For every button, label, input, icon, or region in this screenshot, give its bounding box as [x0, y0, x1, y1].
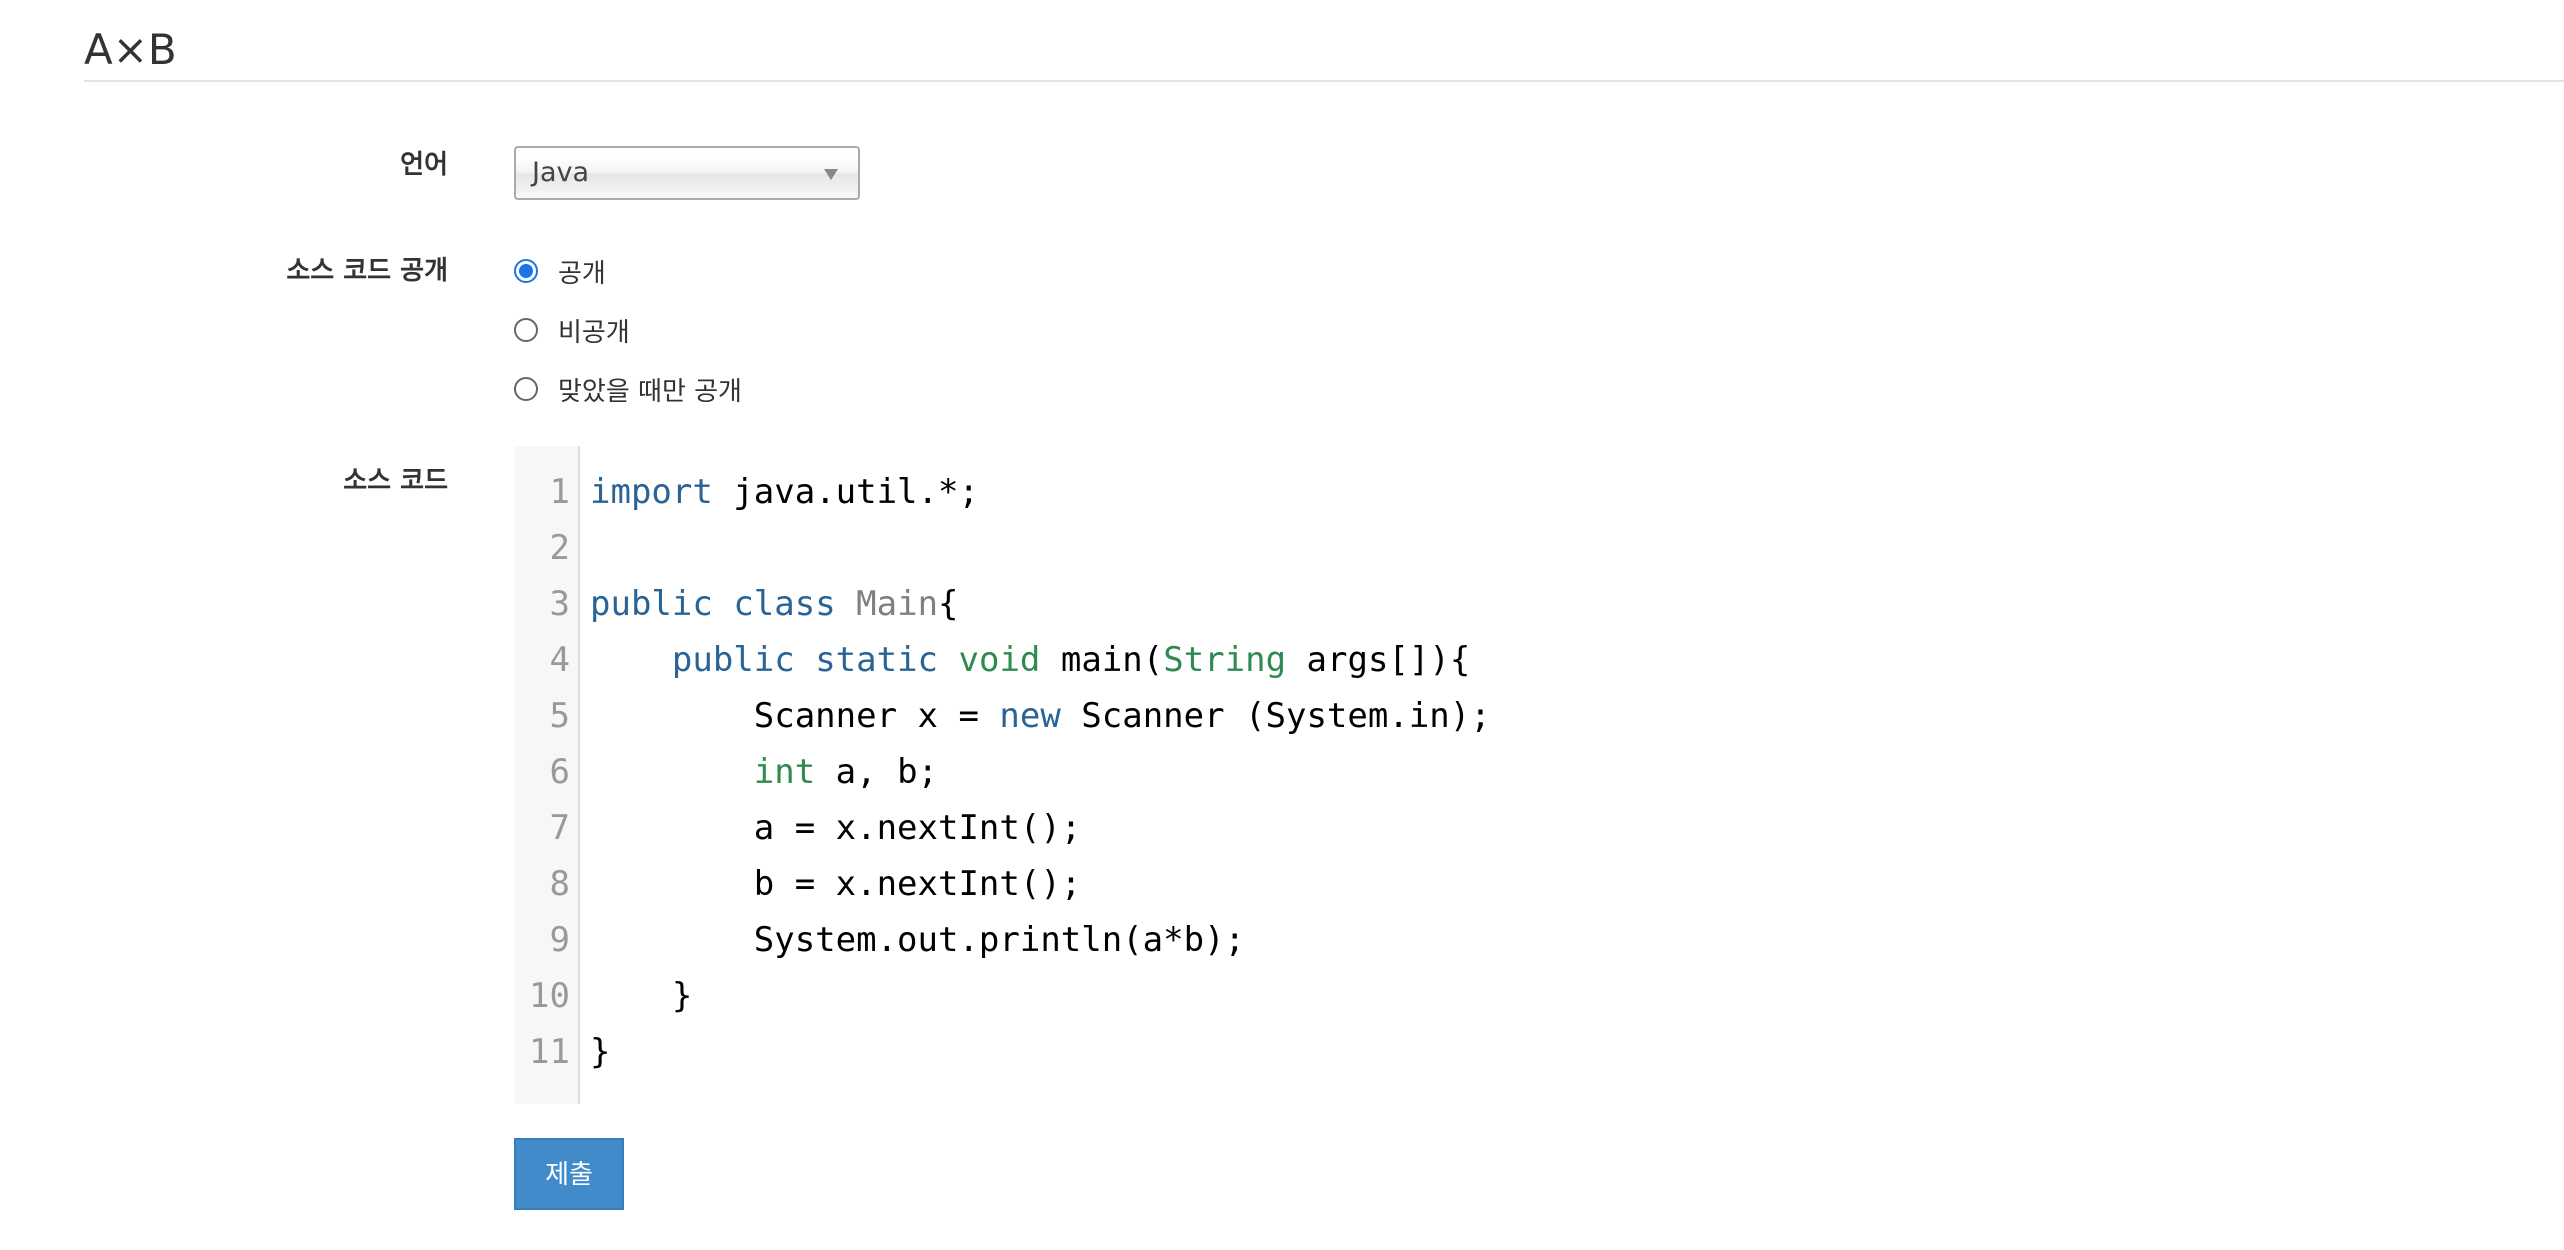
submit-button[interactable]: 제출 — [514, 1138, 624, 1210]
line-number: 4 — [549, 640, 570, 680]
code-token: Main — [856, 584, 939, 624]
code-token: public — [671, 640, 795, 680]
language-select-value: Java — [532, 157, 590, 188]
code-token: } — [590, 976, 693, 1016]
radio-label-public: 공개 — [558, 258, 606, 289]
code-line: Scanner x = new Scanner (System.in); — [590, 688, 1491, 744]
code-line: public class Main{ — [590, 576, 959, 632]
code-token: java.util.*; — [712, 472, 979, 512]
code-token: main( — [1040, 640, 1164, 680]
code-token: a = x.nextInt(); — [590, 808, 1082, 848]
code-token: a, b; — [815, 752, 939, 792]
code-token: b = x.nextInt(); — [590, 864, 1082, 904]
code-line: int a, b; — [590, 744, 938, 800]
code-token: Scanner (System.in); — [1060, 696, 1491, 736]
code-line: import java.util.*; — [590, 464, 979, 520]
line-number: 8 — [549, 864, 570, 904]
line-number: 6 — [549, 752, 570, 792]
chevron-down-icon — [824, 169, 838, 180]
code-line: b = x.nextInt(); — [590, 856, 1082, 912]
visibility-option-when-correct[interactable]: 맞았을 때만 공개 — [514, 369, 742, 409]
code-token: { — [938, 584, 959, 624]
code-line: } — [590, 968, 692, 1024]
line-number: 5 — [549, 696, 570, 736]
code-token: System.out.println(a*b); — [590, 920, 1246, 960]
page-title: A×B — [84, 25, 177, 74]
radio-label-when-correct: 맞았을 때만 공개 — [558, 376, 742, 407]
code-editor[interactable]: 1 2 3 4 5 6 7 8 9 10 11 import java.util.*; public … — [514, 446, 2564, 1104]
code-token: import — [590, 472, 713, 512]
source-code-label: 소스 코드 — [343, 466, 448, 496]
code-token: static — [815, 640, 939, 680]
line-number-gutter: 1 2 3 4 5 6 7 8 9 10 11 — [514, 446, 580, 1104]
code-line: public static void main(String args[]){ — [590, 632, 1470, 688]
radio-public[interactable] — [514, 259, 538, 283]
line-number: 3 — [549, 584, 570, 624]
visibility-option-public[interactable]: 공개 — [514, 251, 606, 291]
code-token: new — [999, 696, 1061, 736]
code-token: public — [590, 584, 713, 624]
visibility-option-private[interactable]: 비공개 — [514, 310, 630, 350]
line-number: 10 — [529, 976, 570, 1016]
radio-private[interactable] — [514, 318, 538, 342]
code-token: class — [733, 584, 836, 624]
line-number: 11 — [529, 1032, 570, 1072]
language-select[interactable]: Java — [514, 146, 860, 200]
code-line: a = x.nextInt(); — [590, 800, 1082, 856]
line-number: 7 — [549, 808, 570, 848]
radio-when-correct[interactable] — [514, 377, 538, 401]
radio-label-private: 비공개 — [558, 317, 630, 348]
line-number: 1 — [549, 472, 570, 512]
code-token: args[]){ — [1286, 640, 1471, 680]
page-header: A×B — [84, 18, 2564, 82]
code-line: } — [590, 1024, 610, 1080]
code-token: Scanner x = — [590, 696, 1000, 736]
line-number: 9 — [549, 920, 570, 960]
code-token: } — [590, 1032, 611, 1072]
language-label: 언어 — [400, 150, 448, 180]
code-token: String — [1163, 640, 1287, 680]
visibility-label: 소스 코드 공개 — [286, 256, 448, 286]
code-token: int — [753, 752, 816, 792]
code-token: void — [958, 640, 1041, 680]
code-line: System.out.println(a*b); — [590, 912, 1245, 968]
line-number: 2 — [549, 528, 570, 568]
